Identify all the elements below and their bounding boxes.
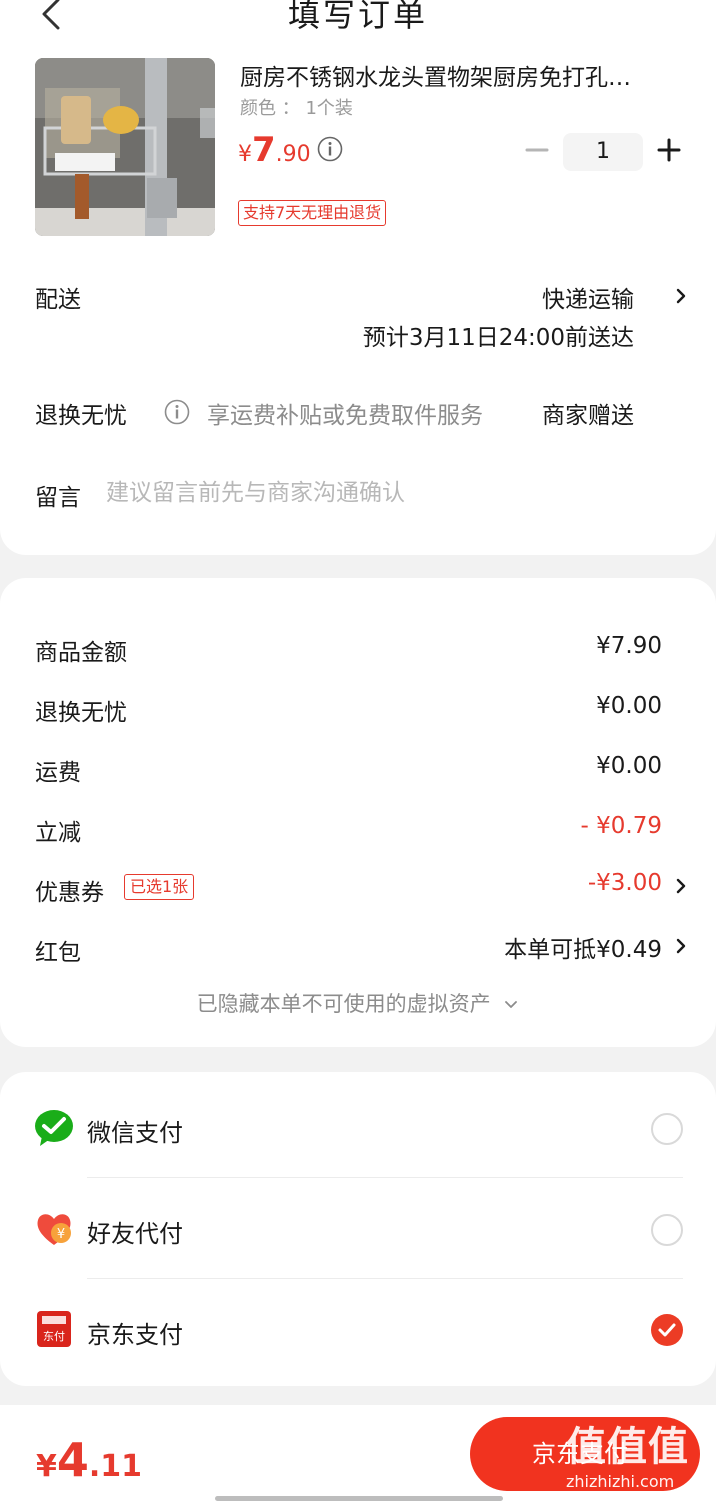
divider: [87, 1278, 683, 1279]
price-currency: ¥: [238, 142, 252, 167]
wechat-pay-icon: [35, 1110, 73, 1146]
payment-label-wechat: 微信支付: [87, 1119, 183, 1147]
chevron-down-icon: [505, 1001, 518, 1008]
coupon-label[interactable]: 优惠券: [35, 873, 104, 907]
worry-free-info-icon[interactable]: [164, 399, 190, 425]
jd-pay-submit-button[interactable]: 京东支付: [470, 1417, 700, 1491]
svg-text:东付: 东付: [43, 1330, 65, 1343]
shipping-fee-value: ¥0.00: [596, 753, 662, 779]
checkmark-icon: [658, 1323, 676, 1337]
worry-free-fee-value: ¥0.00: [596, 693, 662, 719]
total-integer: 4: [56, 1433, 89, 1487]
delivery-chevron-icon[interactable]: [674, 286, 688, 306]
coupon-chevron-icon[interactable]: [674, 876, 688, 896]
price-summary-card: 商品金额 ¥7.90 退换无忧 ¥0.00 运费 ¥0.00 立减 - ¥0.7…: [0, 578, 716, 1047]
quantity-increase-button[interactable]: [654, 135, 684, 165]
delivery-method[interactable]: 快递运输: [542, 280, 634, 314]
worry-free-label: 退换无忧: [35, 403, 127, 429]
worry-free-value: 商家赠送: [542, 403, 634, 429]
quantity-decrease-button[interactable]: [522, 135, 552, 165]
red-packet-chevron-icon[interactable]: [674, 936, 688, 956]
message-input[interactable]: [106, 476, 666, 510]
checkout-bar: ¥4.11 京东支付: [0, 1405, 716, 1504]
friend-pay-icon: ¥: [37, 1214, 71, 1245]
worry-free-fee-label: 退换无忧: [35, 700, 127, 726]
product-variant[interactable]: 颜色 ： 1个装: [240, 94, 353, 120]
product-price: ¥7.90: [238, 130, 311, 170]
hidden-assets-toggle[interactable]: 已隐藏本单不可使用的虚拟资产: [0, 988, 716, 1018]
goods-amount-label: 商品金额: [35, 640, 127, 666]
coupon-selected-badge[interactable]: 已选1张: [124, 874, 195, 900]
red-packet-label[interactable]: 红包: [35, 933, 81, 967]
payment-label-friend: 好友代付: [87, 1220, 183, 1248]
price-info-icon[interactable]: [317, 136, 343, 162]
goods-amount-value: ¥7.90: [596, 633, 662, 659]
price-decimal: .90: [275, 142, 311, 167]
price-integer: 7: [252, 130, 276, 170]
product-image[interactable]: [35, 58, 215, 236]
total-decimal: .11: [88, 1449, 143, 1484]
worry-free-description: 享运费补贴或免费取件服务: [207, 403, 483, 429]
total-currency: ¥: [36, 1449, 57, 1484]
payment-label-jd: 京东支付: [87, 1321, 183, 1349]
home-indicator[interactable]: [215, 1496, 503, 1501]
instant-discount-label: 立减: [35, 820, 81, 846]
total-price: ¥4.11: [36, 1433, 142, 1487]
radio-wechat[interactable]: [651, 1113, 683, 1145]
red-packet-value[interactable]: 本单可抵¥0.49: [504, 930, 662, 964]
return-policy-badge: 支持7天无理由退货: [238, 200, 387, 226]
jd-pay-icon: 东付: [37, 1311, 71, 1347]
quantity-value[interactable]: 1: [563, 133, 643, 171]
shipping-fee-label: 运费: [35, 760, 81, 786]
svg-text:¥: ¥: [57, 1227, 65, 1242]
message-label: 留言: [35, 485, 81, 511]
delivery-label: 配送: [35, 287, 81, 313]
radio-friend[interactable]: [651, 1214, 683, 1246]
coupon-value[interactable]: -¥3.00: [588, 870, 662, 896]
order-item-card: 厨房不锈钢水龙头置物架厨房免打孔… 颜色 ： 1个装 ¥7.90 1 支持7天无…: [0, 30, 716, 555]
hidden-assets-text: 已隐藏本单不可使用的虚拟资产: [196, 992, 491, 1016]
product-title[interactable]: 厨房不锈钢水龙头置物架厨房免打孔…: [240, 58, 686, 92]
radio-jd-checked[interactable]: [651, 1314, 683, 1346]
payment-method-card: 微信支付 ¥ 好友代付 东付 京东支付: [0, 1072, 716, 1386]
instant-discount-value: - ¥0.79: [580, 813, 662, 839]
delivery-eta: 预计3月11日24:00前送达: [362, 325, 634, 351]
divider: [87, 1177, 683, 1178]
